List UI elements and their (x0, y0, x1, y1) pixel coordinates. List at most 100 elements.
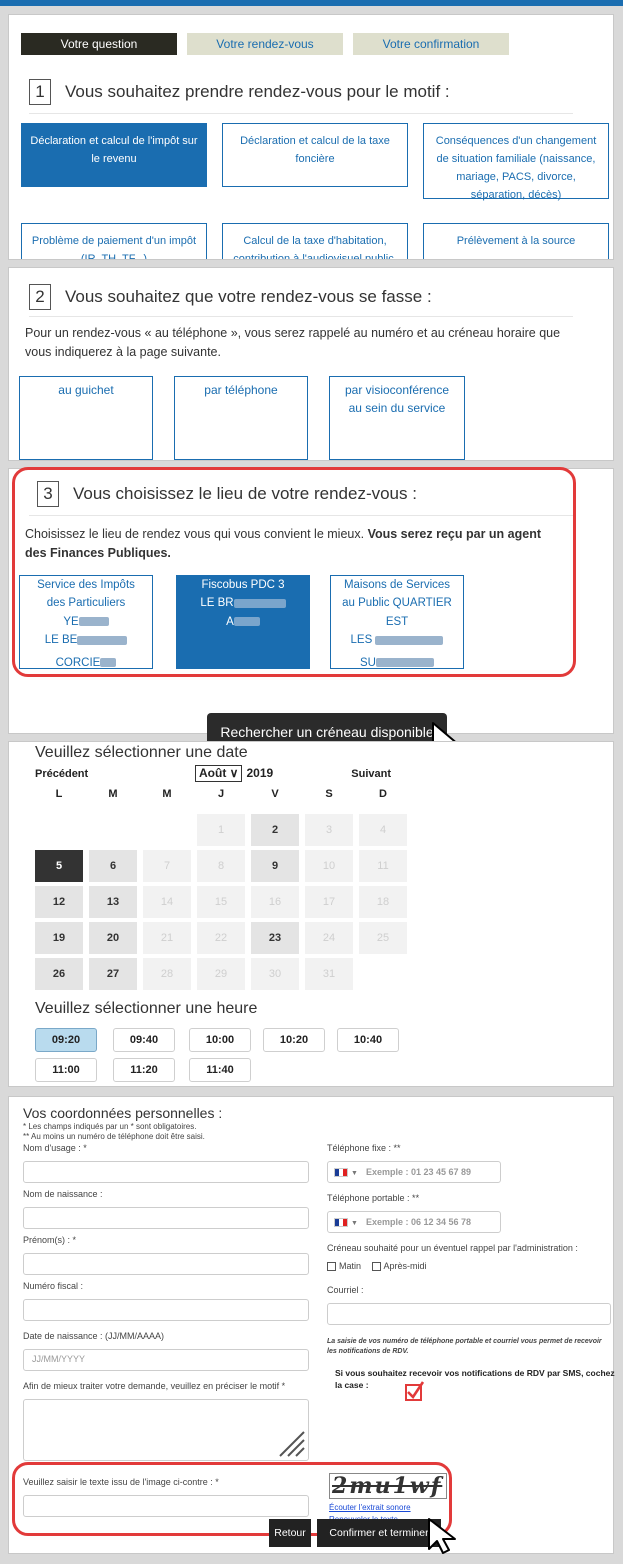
motif-impot-revenu[interactable]: Déclaration et calcul de l'impôt sur le … (21, 123, 207, 187)
france-flag-icon[interactable] (334, 1168, 348, 1178)
tel-portable-placeholder: Exemple : 06 12 34 56 78 (365, 1217, 472, 1227)
tel-fixe-placeholder: Exemple : 01 23 45 67 89 (365, 1167, 472, 1177)
time-slot[interactable]: 09:40 (113, 1028, 175, 1052)
type-visioconference[interactable]: par visioconférence au sein du service (329, 376, 465, 460)
motif-panel: Votre question Votre rendez-vous Votre c… (8, 14, 614, 260)
weekday-header: V (271, 788, 279, 800)
caret-down-icon: ▼ (351, 1170, 358, 1177)
calendar-day[interactable]: 5 (35, 850, 83, 882)
sms-text: Si vous souhaitez recevoir vos notificat… (335, 1367, 615, 1391)
calendar-day: 10 (305, 850, 353, 882)
step-votre-confirmation[interactable]: Votre confirmation (353, 33, 509, 55)
nom-naissance-label: Nom de naissance : (23, 1189, 103, 1199)
sms-checkbox[interactable] (403, 1380, 425, 1402)
weekday-header: S (325, 788, 333, 800)
type-par-telephone[interactable]: par téléphone (174, 376, 308, 460)
calendar-year: 2019 (246, 766, 274, 780)
pointer-cursor-icon (428, 1518, 456, 1554)
calendar-day: 24 (305, 922, 353, 954)
retour-button[interactable]: Retour (269, 1519, 311, 1547)
type-rdv-panel: 2 Vous souhaitez que votre rendez-vous s… (8, 267, 614, 461)
calendar-day: 29 (197, 958, 245, 990)
apres-midi-label: Après-midi (383, 1261, 427, 1271)
prenoms-input[interactable] (23, 1253, 309, 1275)
calendar-day: 18 (359, 886, 407, 918)
notification-info: La saisie de vos numéro de téléphone por… (327, 1338, 602, 1355)
calendar-day[interactable]: 23 (251, 922, 299, 954)
calendar-day: 11 (359, 850, 407, 882)
section2-title: 2 Vous souhaitez que votre rendez-vous s… (29, 284, 432, 310)
divider (29, 113, 573, 114)
section2-number: 2 (29, 284, 51, 310)
confirmer-button[interactable]: Confirmer et terminer (317, 1519, 441, 1547)
courriel-input[interactable] (327, 1303, 611, 1325)
tel-fixe-label: Téléphone fixe : ** (327, 1143, 401, 1153)
calendar-day[interactable]: 27 (89, 958, 137, 990)
apres-midi-checkbox[interactable] (371, 1262, 381, 1272)
calendar-day: 8 (197, 850, 245, 882)
time-slot[interactable]: 10:00 (189, 1028, 251, 1052)
resize-handle-icon[interactable] (274, 1426, 306, 1458)
calendar-day[interactable]: 6 (89, 850, 137, 882)
weekday-header: M (108, 788, 118, 800)
highlight-frame (12, 467, 576, 677)
coordonnees-panel: Vos coordonnées personnelles : * Les cha… (8, 1096, 615, 1554)
time-slot[interactable]: 09:20 (35, 1028, 97, 1052)
sms-label: Si vous souhaitez recevoir vos notificat… (335, 1368, 615, 1390)
time-slot[interactable]: 11:20 (113, 1058, 175, 1082)
chevron-down-icon: ∨ (229, 766, 239, 780)
numero-fiscal-input[interactable] (23, 1299, 309, 1321)
numero-fiscal-label: Numéro fiscal : (23, 1281, 84, 1291)
motif-paiement-impot[interactable]: Problème de paiement d'un impôt (IR, TH,… (21, 223, 207, 259)
form-note-phone: ** Au moins un numéro de téléphone doit … (23, 1132, 205, 1141)
calendar-month-year: Août ∨ 2019 (195, 765, 273, 782)
calendar-day: 25 (359, 922, 407, 954)
creneau-label: Créneau souhaité pour un éventuel rappel… (327, 1243, 578, 1253)
calendar-day: 16 (251, 886, 299, 918)
caret-down-icon: ▼ (351, 1220, 358, 1227)
france-flag-icon[interactable] (334, 1218, 348, 1228)
tel-portable-label: Téléphone portable : ** (327, 1193, 420, 1203)
motif-textarea[interactable] (23, 1399, 309, 1461)
calendar-day[interactable]: 26 (35, 958, 83, 990)
calendar-day: 14 (143, 886, 191, 918)
step-votre-question[interactable]: Votre question (21, 33, 177, 55)
calendar-title: Veuillez sélectionner une date (35, 744, 248, 761)
calendar-day[interactable]: 9 (251, 850, 299, 882)
time-slot[interactable]: 10:20 (263, 1028, 325, 1052)
section1-title: 1 Vous souhaitez prendre rendez-vous pou… (29, 79, 450, 105)
nom-usage-label: Nom d'usage : * (23, 1143, 87, 1153)
motif-changement-situation[interactable]: Conséquences d'un changement de situatio… (423, 123, 609, 201)
nom-usage-input[interactable] (23, 1161, 309, 1183)
prenoms-label: Prénom(s) : * (23, 1235, 77, 1245)
calendar-day[interactable]: 12 (35, 886, 83, 918)
time-slot[interactable]: 11:00 (35, 1058, 97, 1082)
motif-taxe-habitation[interactable]: Calcul de la taxe d'habitation, contribu… (222, 223, 408, 259)
motif-label: Afin de mieux traiter votre demande, veu… (23, 1381, 286, 1391)
calendar-next[interactable]: Suivant (351, 768, 391, 780)
nom-naissance-input[interactable] (23, 1207, 309, 1229)
matin-checkbox[interactable] (327, 1262, 336, 1272)
time-slot[interactable]: 10:40 (337, 1028, 399, 1052)
lieu-panel: 3 Vous choisissez le lieu de votre rende… (8, 467, 614, 762)
time-slot[interactable]: 11:40 (189, 1058, 251, 1082)
calendar-day[interactable]: 20 (89, 922, 137, 954)
calendar-panel: Veuillez sélectionner une date Précédent… (8, 741, 614, 1087)
motif-prelevement-source[interactable]: Prélèvement à la source (423, 223, 609, 259)
date-naissance-input[interactable]: JJ/MM/YYYY (23, 1349, 309, 1371)
type-au-guichet[interactable]: au guichet (19, 376, 153, 460)
courriel-label: Courriel : (327, 1285, 364, 1295)
calendar-day[interactable]: 2 (251, 814, 299, 846)
step-votre-rendez-vous[interactable]: Votre rendez-vous (187, 33, 343, 55)
tel-fixe-input[interactable]: ▼ Exemple : 01 23 45 67 89 (327, 1161, 501, 1183)
form-title: Vos coordonnées personnelles : (23, 1105, 223, 1121)
month-value: Août (199, 766, 227, 780)
section2-title-text: Vous souhaitez que votre rendez-vous se … (65, 287, 432, 306)
calendar-day[interactable]: 19 (35, 922, 83, 954)
calendar-day: 7 (143, 850, 191, 882)
calendar-day[interactable]: 13 (89, 886, 137, 918)
month-select[interactable]: Août ∨ (195, 765, 243, 782)
calendar-prev[interactable]: Précédent (35, 768, 88, 780)
tel-portable-input[interactable]: ▼ Exemple : 06 12 34 56 78 (327, 1211, 501, 1233)
motif-taxe-fonciere[interactable]: Déclaration et calcul de la taxe foncièr… (222, 123, 408, 187)
